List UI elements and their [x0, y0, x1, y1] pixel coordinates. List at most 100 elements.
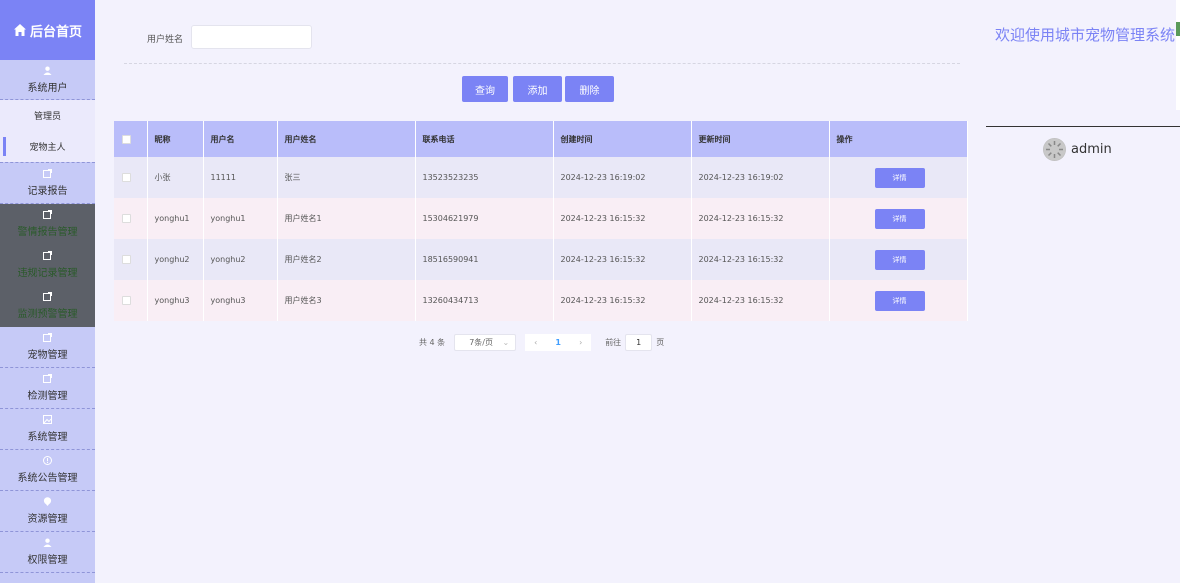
name-search-input[interactable] [191, 25, 312, 49]
detail-button[interactable]: 详情 [874, 249, 925, 270]
detail-button[interactable]: 详情 [874, 208, 925, 229]
username: admin [1071, 142, 1112, 157]
cell-created: 2024-12-23 16:19:02 [553, 157, 692, 198]
edit-icon [43, 251, 52, 260]
cell-updated: 2024-12-23 16:19:02 [691, 157, 830, 198]
users-submenu: 管理员 宠物主人 [0, 100, 95, 163]
sidebar: 后台首页 系统用户 管理员 宠物主人 记录报告 警情报告管理 违规记录管理 监测… [0, 0, 95, 583]
cell-nickname: 小张 [147, 157, 204, 198]
edit-icon [43, 292, 52, 301]
menu-system[interactable]: 系统管理 [0, 409, 95, 450]
cell-phone: 13260434713 [415, 280, 554, 321]
add-button[interactable]: 添加 [513, 76, 562, 102]
edit-icon [43, 333, 52, 342]
cell-nickname: yonghu2 [147, 239, 204, 280]
menu-violation-records[interactable]: 违规记录管理 [0, 245, 95, 286]
col-phone: 联系电话 [415, 121, 554, 157]
menu-label: 系统用户 [27, 82, 68, 94]
logo-text: 后台首页 [29, 24, 82, 40]
chevron-left-icon: ‹ [534, 338, 538, 347]
avatar [1043, 138, 1066, 161]
goto-suffix: 页 [656, 338, 665, 347]
cell-created: 2024-12-23 16:15:32 [553, 239, 692, 280]
goto-page-input[interactable]: 1 [625, 334, 653, 351]
col-nickname: 昵称 [147, 121, 204, 157]
cell-phone: 13523523235 [415, 157, 554, 198]
edit-icon [43, 169, 52, 178]
menu-resources[interactable]: 资源管理 [0, 491, 95, 532]
cell-updated: 2024-12-23 16:15:32 [691, 239, 830, 280]
menu-alarm-report[interactable]: 警情报告管理 [0, 204, 95, 245]
table-row[interactable]: yonghu2 yonghu2 用户姓名2 18516590941 2024-1… [114, 239, 968, 280]
page-size-select[interactable]: 7条/页 ⌄ [454, 334, 517, 351]
menu-detection[interactable]: 检测管理 [0, 368, 95, 409]
cell-fullname: 张三 [277, 157, 416, 198]
row-checkbox[interactable] [122, 255, 131, 264]
col-actions: 操作 [829, 121, 968, 157]
cell-created: 2024-12-23 16:15:32 [553, 280, 692, 321]
pagination-total: 共 4 条 [419, 338, 446, 347]
prev-page-button[interactable]: ‹ [525, 334, 547, 351]
header-divider [986, 126, 1180, 127]
home-link[interactable]: 后台首页 [0, 0, 95, 60]
cell-fullname: 用户姓名3 [277, 280, 416, 321]
row-checkbox[interactable] [122, 214, 131, 223]
cell-fullname: 用户姓名1 [277, 198, 416, 239]
menu-records[interactable]: 记录报告 [0, 163, 95, 204]
search-label: 用户姓名 [147, 35, 184, 45]
cell-updated: 2024-12-23 16:15:32 [691, 198, 830, 239]
menu-pet-management[interactable]: 宠物管理 [0, 327, 95, 368]
cell-username: 11111 [203, 157, 278, 198]
select-all-checkbox[interactable] [122, 134, 131, 144]
edit-icon [43, 374, 52, 383]
cell-phone: 18516590941 [415, 239, 554, 280]
detail-button[interactable]: 详情 [874, 167, 925, 188]
delete-button[interactable]: 删除 [565, 76, 614, 102]
sub-item-pet-owner[interactable]: 宠物主人 [0, 131, 95, 162]
col-username: 用户名 [203, 121, 278, 157]
menu-announcement[interactable]: 系统公告管理 [0, 450, 95, 491]
cell-created: 2024-12-23 16:15:32 [553, 198, 692, 239]
sub-item-admin[interactable]: 管理员 [0, 100, 95, 131]
query-button[interactable]: 查询 [462, 76, 508, 102]
menu-monitor-warning[interactable]: 监测预警管理 [0, 286, 95, 327]
cell-username: yonghu1 [203, 198, 278, 239]
col-created: 创建时间 [553, 121, 692, 157]
home-icon [13, 24, 26, 36]
loading-spinner-icon [1043, 138, 1066, 161]
row-checkbox[interactable] [122, 173, 131, 182]
cell-fullname: 用户姓名2 [277, 239, 416, 280]
pagination: 共 4 条 7条/页 ⌄ ‹ 1 › 前往 1 页 [419, 334, 664, 351]
image-icon [43, 415, 52, 424]
next-page-button[interactable]: › [570, 334, 592, 351]
table-row[interactable]: yonghu3 yonghu3 用户姓名3 13260434713 2024-1… [114, 280, 968, 321]
goto-prefix: 前往 [605, 338, 622, 347]
select-all-cell [114, 121, 148, 157]
col-fullname: 用户姓名 [277, 121, 416, 157]
cell-nickname: yonghu3 [147, 280, 204, 321]
search-divider [124, 63, 960, 64]
welcome-title: 欢迎使用城市宠物管理系统 [995, 26, 1176, 44]
cell-nickname: yonghu1 [147, 198, 204, 239]
user-menu[interactable]: admin [1043, 138, 1112, 161]
user-icon [43, 538, 52, 547]
menu-system-users[interactable]: 系统用户 [0, 60, 95, 100]
info-icon [43, 456, 52, 465]
detail-button[interactable]: 详情 [874, 290, 925, 311]
menu-permissions[interactable]: 权限管理 [0, 532, 95, 573]
cell-phone: 15304621979 [415, 198, 554, 239]
table-header-row: 昵称 用户名 用户姓名 联系电话 创建时间 更新时间 操作 [114, 121, 968, 157]
chevron-down-icon: ⌄ [502, 338, 510, 347]
row-checkbox[interactable] [122, 296, 131, 305]
chevron-right-icon: › [579, 338, 583, 347]
page-size-value: 7条/页 [469, 338, 493, 347]
user-icon [43, 66, 52, 75]
table-row[interactable]: 小张 11111 张三 13523523235 2024-12-23 16:19… [114, 157, 968, 198]
cell-username: yonghu2 [203, 239, 278, 280]
users-table: 昵称 用户名 用户姓名 联系电话 创建时间 更新时间 操作 小张 11111 张… [114, 121, 968, 321]
cell-updated: 2024-12-23 16:15:32 [691, 280, 830, 321]
cell-username: yonghu3 [203, 280, 278, 321]
scroll-indicator [1176, 22, 1180, 36]
table-row[interactable]: yonghu1 yonghu1 用户姓名1 15304621979 2024-1… [114, 198, 968, 239]
page-number-current[interactable]: 1 [546, 334, 571, 351]
